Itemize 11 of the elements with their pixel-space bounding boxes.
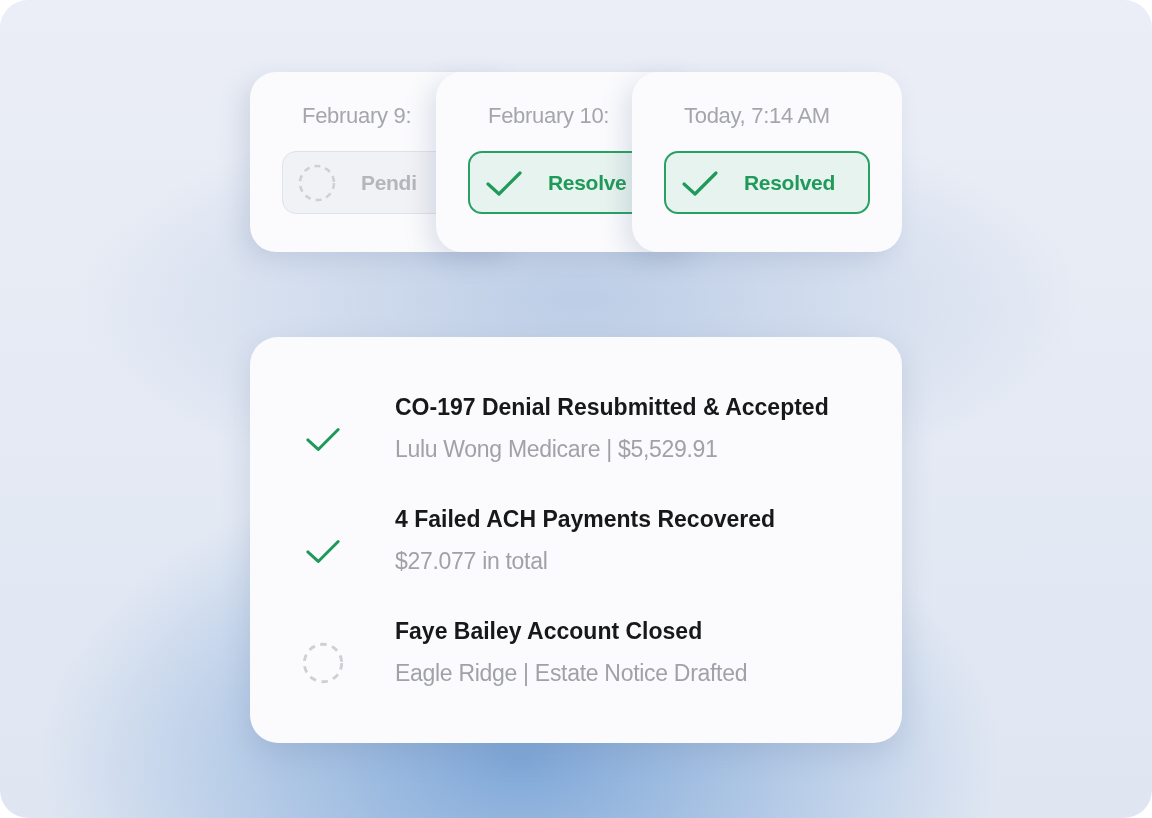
task-detail: Lulu Wong Medicare | $5,529.91 [395, 435, 719, 463]
task-title: 4 Failed ACH Payments Recovered [395, 505, 776, 533]
task-detail: Eagle Ridge | Estate Notice Drafted [395, 659, 748, 687]
timestamp: Today, 7:14 AM [684, 103, 831, 129]
status-label: Pendi [361, 170, 417, 195]
dashed-circle-icon [297, 162, 337, 203]
status-label: Resolve [548, 170, 627, 195]
task-title: Faye Bailey Account Closed [395, 617, 704, 645]
status-label: Resolved [744, 170, 835, 195]
task-title: CO-197 Denial Resubmitted & Accepted [395, 393, 829, 421]
task-detail: $27.077 in total [395, 547, 549, 575]
